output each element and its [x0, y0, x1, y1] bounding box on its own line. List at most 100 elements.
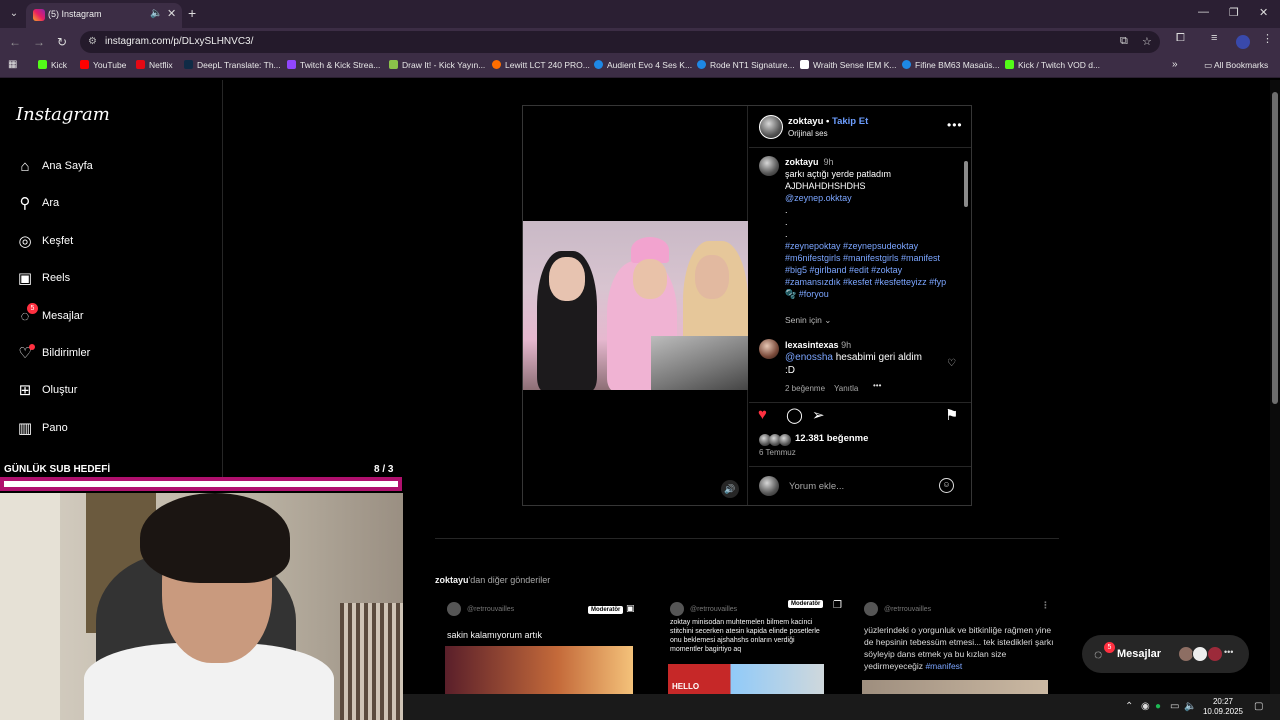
menu-icon[interactable]: ⋮	[1262, 32, 1273, 45]
verified-icon	[902, 60, 911, 69]
site-info-icon[interactable]: ⚙	[88, 36, 97, 47]
comment-more-icon[interactable]: •••	[873, 381, 881, 390]
bookmark-item[interactable]: DeepL Translate: Th...	[184, 60, 281, 70]
comment-likes[interactable]: 2 beğenme	[785, 384, 825, 393]
all-bookmarks-label: All Bookmarks	[1213, 60, 1269, 70]
reel-video[interactable]	[523, 221, 748, 390]
all-bookmarks[interactable]: ▭ All Bookmarks	[1204, 60, 1268, 71]
comment-input[interactable]: Yorum ekle...	[789, 481, 844, 492]
sidebar-item-explore[interactable]: ◎ Keşfet	[16, 233, 206, 257]
discord-icon[interactable]: ◉	[1141, 701, 1150, 712]
forward-icon[interactable]: →	[33, 35, 45, 49]
hashtag-line[interactable]: #zeynepoktay #zeynepsudeoktay	[785, 241, 918, 251]
apps-icon[interactable]: ▦	[8, 59, 17, 70]
extensions-icon[interactable]: ⧠	[1176, 32, 1185, 45]
sidebar-item-reels[interactable]: ▣ Reels	[16, 270, 206, 294]
follow-button[interactable]: Takip Et	[832, 116, 868, 127]
restore-icon[interactable]: ❐	[1229, 6, 1239, 19]
bookmark-label: YouTube	[93, 60, 127, 70]
hashtag-line[interactable]: #zamansızdık #kesfet #kesfetteyizz #fyp	[785, 277, 946, 287]
username-text[interactable]: zoktayu	[788, 116, 823, 127]
comment-username[interactable]: lexasintexas	[785, 340, 839, 350]
bookmark-item[interactable]: Fifine BM63 Masaüs...	[902, 60, 1000, 70]
volume-icon[interactable]: 🔈	[1184, 701, 1196, 712]
reply-button[interactable]: Yanıtla	[834, 384, 858, 393]
spotify-icon[interactable]: ●	[1155, 701, 1161, 712]
sidebar-item-label: Oluştur	[42, 384, 78, 396]
hashtag-line[interactable]: #m6nifestgirls #manifestgirls #manifest	[785, 253, 940, 263]
caption-username[interactable]: zoktayu	[785, 157, 819, 167]
sidebar-item-search[interactable]: ⚲ Ara	[16, 195, 206, 219]
network-icon[interactable]: ▭	[1170, 701, 1179, 712]
address-bar-row: ← → ↻ ⚙ instagram.com/p/DLxySLHNVC3/ ⧉ ☆…	[0, 28, 1280, 56]
messages-button[interactable]: ◌ 5 Mesajlar •••	[1082, 635, 1249, 673]
bookmark-item[interactable]: YouTube	[80, 60, 126, 70]
media-control-icon[interactable]: ≡	[1211, 32, 1217, 44]
minimize-icon[interactable]: —	[1198, 6, 1209, 18]
bookmark-item[interactable]: Draw It! - Kick Yayın...	[389, 60, 485, 70]
comments-scroll-thumb[interactable]	[964, 161, 968, 207]
bookmark-item[interactable]: Kick	[38, 60, 67, 70]
taskbar-clock[interactable]: 20:27 10.09.2025	[1200, 697, 1246, 717]
bookmark-item[interactable]: Kick / Twitch VOD d...	[1005, 60, 1100, 70]
tray-chevron-icon[interactable]: ⌃	[1125, 701, 1133, 712]
save-icon[interactable]: ⚑	[945, 406, 958, 424]
sidebar-item-label: Bildirimler	[42, 347, 91, 359]
speaker-icon[interactable]: 🔈	[150, 8, 162, 19]
avatar[interactable]	[759, 156, 779, 176]
window-close-icon[interactable]: ✕	[1259, 6, 1268, 19]
emoji-icon[interactable]: ☺	[939, 478, 954, 493]
avatar[interactable]	[759, 115, 783, 139]
caption-header: zoktayu 9h	[785, 157, 834, 167]
mention-link[interactable]: @zeynep.okktay	[785, 193, 852, 203]
browser-tab[interactable]: (5) Instagram 🔈 ✕	[26, 3, 182, 28]
liked-heart-icon[interactable]: ♥	[758, 406, 767, 423]
close-tab-icon[interactable]: ✕	[167, 7, 176, 20]
comment-mention[interactable]: @enossha	[785, 352, 833, 363]
more-posts-user[interactable]: zoktayu	[435, 575, 469, 585]
sort-dropdown[interactable]: Senin için ⌄	[785, 315, 831, 326]
bookmark-item[interactable]: Audient Evo 4 Ses K...	[594, 60, 692, 70]
share-icon[interactable]: ➢	[812, 406, 825, 424]
avatar[interactable]	[759, 339, 779, 359]
instagram-logo[interactable]: Instagram	[16, 104, 110, 125]
audio-label[interactable]: Orijinal ses	[788, 129, 828, 138]
post-media[interactable]: 🔊	[523, 106, 748, 505]
bookmark-item[interactable]: Rode NT1 Signature...	[697, 60, 795, 70]
bookmark-star-icon[interactable]: ☆	[1142, 35, 1152, 48]
avatar	[759, 476, 779, 496]
hashtag-line[interactable]: #big5 #girlband #edit #zoktay	[785, 265, 902, 275]
comments-panel[interactable]: zoktayu 9h şarkı açtığı yerde patladım A…	[749, 149, 971, 399]
bookmark-item[interactable]: Netflix	[136, 60, 173, 70]
like-count[interactable]: 12.381 beğenme	[795, 433, 868, 444]
reels-icon: ▣	[17, 270, 33, 287]
reload-icon[interactable]: ↻	[57, 35, 67, 49]
sidebar-item-messages[interactable]: ◌ 5 Mesajlar	[16, 303, 206, 332]
bookmark-item[interactable]: Wraith Sense IEM K...	[800, 60, 896, 70]
post-username[interactable]: zoktayu • Takip Et	[788, 116, 868, 127]
bookmark-item[interactable]: Twitch & Kick Strea...	[287, 60, 380, 70]
more-post-tile[interactable]: @retrrouvailles Moderatör ▣ sakin kalamı…	[435, 596, 635, 696]
page-scroll-thumb[interactable]	[1272, 92, 1278, 404]
url-field[interactable]: ⚙ instagram.com/p/DLxySLHNVC3/ ⧉ ☆	[80, 31, 1160, 53]
notification-center-icon[interactable]: ▢	[1254, 701, 1263, 712]
audio-toggle-icon[interactable]: 🔊	[721, 480, 739, 498]
profile-avatar[interactable]	[1236, 35, 1250, 49]
hashtag-line[interactable]: 🫧 #foryou	[785, 289, 829, 300]
tile-hashtag[interactable]: #manifest	[925, 661, 962, 671]
more-post-tile[interactable]: @retrrouvailles Moderatör ❐ zoktay minis…	[658, 596, 858, 696]
more-post-tile[interactable]: @retrrouvailles ⋮ yüzlerindeki o yorgunl…	[852, 596, 1062, 696]
back-icon[interactable]: ←	[9, 35, 21, 49]
comment-icon[interactable]: ◯	[786, 406, 803, 424]
cast-icon[interactable]: ⧉	[1120, 35, 1128, 48]
bookmark-item[interactable]: Lewitt LCT 240 PRO...	[492, 60, 590, 70]
sidebar-item-notifications[interactable]: ♡ Bildirimler	[16, 344, 206, 369]
sidebar-item-create[interactable]: ⊞ Oluştur	[16, 382, 206, 406]
sidebar-item-home[interactable]: ⌂ Ana Sayfa	[16, 158, 206, 182]
tab-search-icon[interactable]: ⌄	[6, 6, 22, 22]
more-options-icon[interactable]: •••	[947, 118, 963, 132]
like-comment-icon[interactable]: ♡	[947, 358, 956, 369]
new-tab-icon[interactable]: +	[188, 5, 196, 21]
sidebar-item-dashboard[interactable]: ▥ Pano	[16, 420, 206, 444]
chevron-right-icon[interactable]: »	[1172, 59, 1178, 70]
